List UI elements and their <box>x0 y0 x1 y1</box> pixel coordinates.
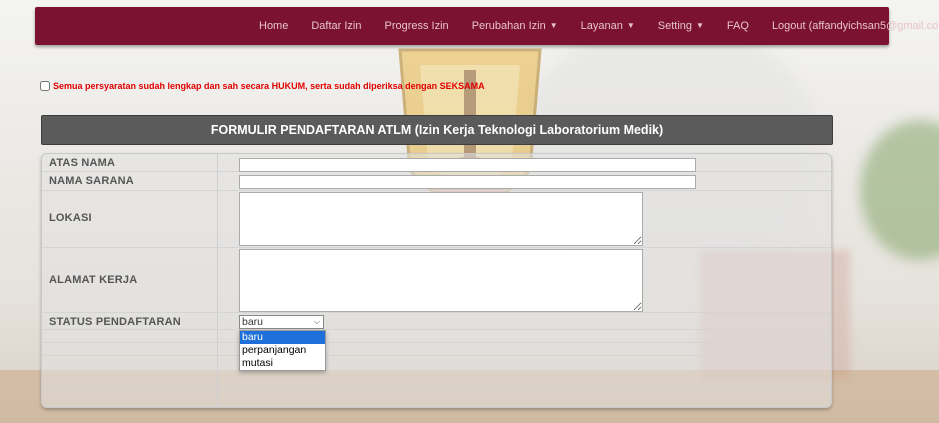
row-divider <box>42 247 831 248</box>
nav-item-label: Home <box>259 20 289 32</box>
alamat-kerja-textarea[interactable] <box>239 249 643 312</box>
chevron-down-icon: ⌵ <box>313 317 320 326</box>
lokasi-textarea[interactable] <box>239 192 643 246</box>
nama-sarana-input[interactable] <box>239 175 696 189</box>
top-navbar: Home Daftar Izin Progress Izin Perubahan Iz… <box>35 7 939 45</box>
lokasi-label: LOKASI <box>49 212 92 224</box>
nav-item-label: Layanan <box>580 20 623 32</box>
status-dropdown-list: baru perpanjangan mutasi <box>239 330 326 371</box>
nav-item-label: Perubahan Izin <box>471 20 546 32</box>
row-divider <box>42 342 831 343</box>
nav-item-perubahan[interactable]: Perubahan Izin ▼ <box>472 20 558 32</box>
nav-item-label: Logout (affandyichsan5@gmail.com) <box>771 20 939 32</box>
nav-item-setting[interactable]: Setting ▼ <box>658 20 704 32</box>
nav-item-logout[interactable]: Logout (affandyichsan5@gmail.com) <box>772 20 939 32</box>
alamat-kerja-label: ALAMAT KERJA <box>49 274 138 286</box>
dropdown-option-perpanjangan[interactable]: perpanjangan <box>240 344 325 357</box>
nav-menu: Home Daftar Izin Progress Izin Perubahan Iz… <box>259 7 939 45</box>
background-plant <box>860 120 939 260</box>
status-pendaftaran-select[interactable]: baru ⌵ <box>239 315 324 329</box>
caret-down-icon: ▼ <box>696 21 704 30</box>
form-title-bar: FORMULIR PENDAFTARAN ATLM (Izin Kerja Te… <box>41 115 833 145</box>
status-pendaftaran-label: STATUS PENDAFTARAN <box>49 316 181 328</box>
row-divider <box>42 329 831 330</box>
nav-item-daftar[interactable]: Daftar Izin <box>311 20 361 32</box>
nav-item-label: Progress Izin <box>384 20 449 32</box>
nav-item-label: Daftar Izin <box>311 20 362 32</box>
form-title: FORMULIR PENDAFTARAN ATLM (Izin Kerja Te… <box>210 123 664 137</box>
dropdown-option-baru[interactable]: baru <box>240 331 325 344</box>
caret-down-icon: ▼ <box>549 21 558 30</box>
row-divider <box>42 190 831 191</box>
agreement-text: Semua persyaratan sudah lengkap dan sah … <box>53 81 485 91</box>
caret-down-icon: ▼ <box>626 21 635 30</box>
nav-item-faq[interactable]: FAQ <box>727 20 749 32</box>
status-selected-value: baru <box>242 316 264 328</box>
nav-item-label: Setting <box>657 20 692 32</box>
column-divider <box>217 154 218 407</box>
agreement-checkbox[interactable] <box>40 81 50 91</box>
row-divider <box>42 355 831 356</box>
row-divider <box>42 312 831 313</box>
atas-nama-label: ATAS NAMA <box>49 157 116 169</box>
agreement-row: Semua persyaratan sudah lengkap dan sah … <box>40 81 485 91</box>
row-divider <box>42 386 831 387</box>
dropdown-option-mutasi[interactable]: mutasi <box>240 357 325 370</box>
nav-item-layanan[interactable]: Layanan ▼ <box>581 20 635 32</box>
atas-nama-input[interactable] <box>239 158 696 172</box>
nav-item-home[interactable]: Home <box>259 20 288 32</box>
nav-item-progress[interactable]: Progress Izin <box>384 20 448 32</box>
nama-sarana-label: NAMA SARANA <box>49 175 134 187</box>
nav-item-label: FAQ <box>726 20 749 32</box>
form-panel: ATAS NAMA NAMA SARANA LOKASI ALAMAT KERJ… <box>41 153 832 408</box>
